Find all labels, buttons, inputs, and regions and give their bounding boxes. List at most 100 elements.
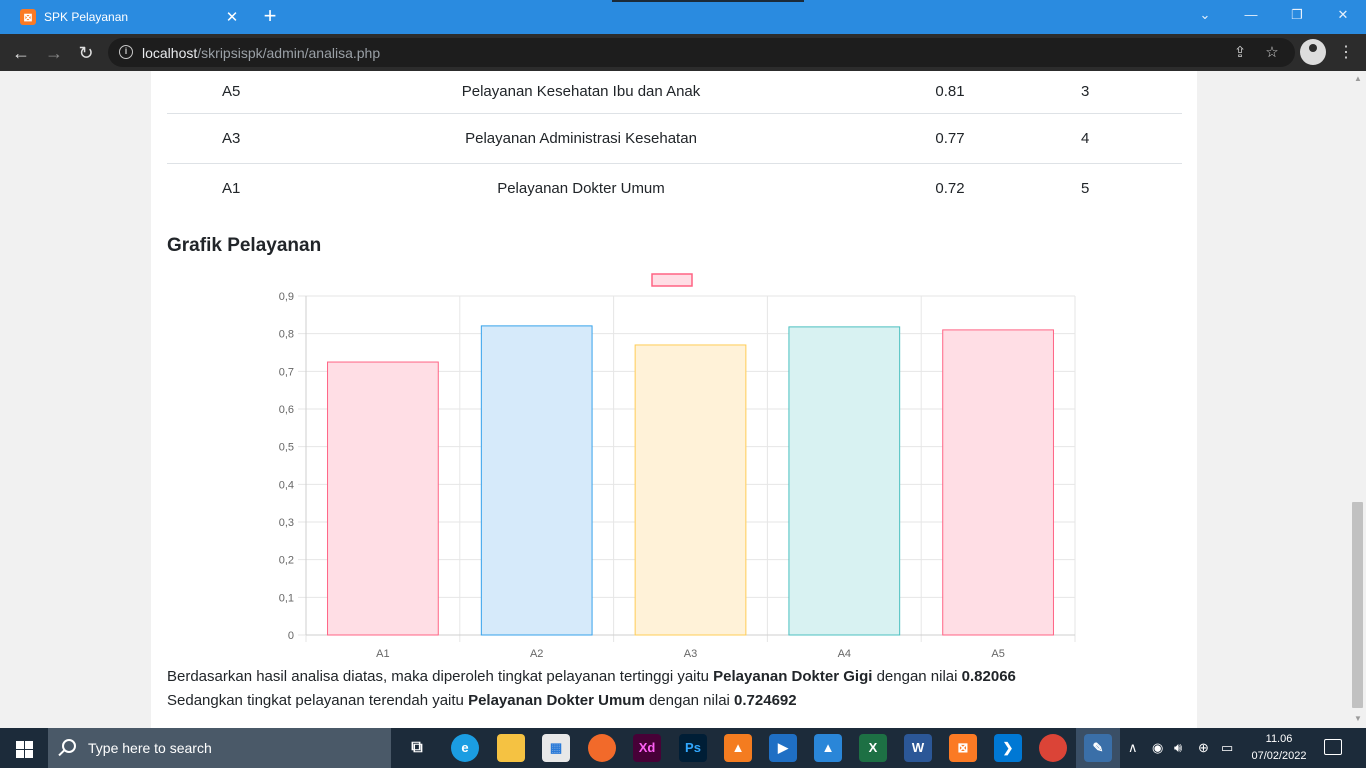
- profile-icon[interactable]: [1300, 39, 1326, 65]
- reload-icon[interactable]: ↻: [73, 40, 99, 66]
- scrollbar-thumb[interactable]: [1352, 502, 1363, 708]
- windows-logo-pane: [25, 741, 33, 749]
- y-tick-label: 0,1: [279, 592, 294, 604]
- summary-lowest: Sedangkan tingkat pelayanan terendah yai…: [167, 692, 797, 709]
- table-row: A1 Pelayanan Dokter Umum 0.72 5: [167, 163, 1182, 213]
- volume-icon[interactable]: 🔊︎: [1174, 740, 1182, 756]
- alternative-code: A5: [167, 71, 297, 114]
- tab-search-icon[interactable]: ⌄: [1182, 4, 1228, 26]
- alternative-name: Pelayanan Administrasi Kesehatan: [297, 113, 865, 164]
- xampp-taskbar-icon[interactable]: ⊠: [949, 734, 977, 762]
- photos-icon[interactable]: ▲: [814, 734, 842, 762]
- network-icon[interactable]: ⊕: [1198, 740, 1209, 756]
- site-info-icon[interactable]: i: [119, 45, 133, 59]
- x-tick-label: A2: [530, 648, 543, 660]
- tray-overflow-icon[interactable]: ∧: [1128, 740, 1138, 756]
- orange-app-icon[interactable]: ▲: [724, 734, 752, 762]
- highest-service-value: 0.82066: [961, 668, 1016, 685]
- photoshop-icon[interactable]: Ps: [679, 734, 707, 762]
- y-tick-label: 0,8: [279, 329, 294, 341]
- x-tick-label: A3: [684, 648, 697, 660]
- close-window-icon[interactable]: ✕: [1320, 4, 1366, 26]
- alternative-name: Pelayanan Dokter Umum: [497, 179, 665, 197]
- highest-service-name: Pelayanan Dokter Gigi: [713, 668, 873, 685]
- alternative-value: 0.81: [865, 71, 1035, 114]
- file-explorer-icon[interactable]: [497, 734, 525, 762]
- new-tab-button[interactable]: +: [258, 4, 282, 28]
- vscode-icon[interactable]: ❯: [994, 734, 1022, 762]
- windows-logo-pane: [16, 750, 24, 758]
- video-app-icon[interactable]: ▶: [769, 734, 797, 762]
- alternative-code: A1: [222, 179, 241, 197]
- search-placeholder: Type here to search: [88, 740, 212, 756]
- notification-icon[interactable]: [1324, 739, 1342, 755]
- word-icon[interactable]: W: [904, 734, 932, 762]
- tab-strip-indicator: [612, 0, 804, 2]
- bookmark-star-icon[interactable]: ☆: [1262, 43, 1282, 63]
- battery-icon[interactable]: ▭: [1221, 740, 1233, 756]
- taskbar-clock[interactable]: 11.06 07/02/2022: [1244, 731, 1314, 765]
- browser-tab[interactable]: ⊠ SPK Pelayanan ✕: [8, 0, 248, 34]
- bar-a3: [634, 344, 747, 636]
- chart-section-title: Grafik Pelayanan: [167, 235, 322, 256]
- y-tick-label: 0: [288, 630, 294, 642]
- excel-icon[interactable]: X: [859, 734, 887, 762]
- bar-a2: [480, 325, 593, 636]
- minimize-icon[interactable]: —: [1228, 4, 1274, 26]
- browser-tab-bar: ⊠ SPK Pelayanan ✕ + ⌄ — ❐ ✕: [0, 0, 1366, 34]
- y-tick-label: 0,5: [279, 442, 294, 454]
- windows-logo-icon: [16, 741, 24, 749]
- taskbar-search[interactable]: Type here to search: [48, 728, 391, 768]
- lowest-service-name: Pelayanan Dokter Umum: [468, 692, 645, 709]
- alternative-rank: 5: [1081, 179, 1090, 197]
- browser-toolbar: ← → ↻ i localhost/skripsispk/admin/anali…: [0, 34, 1366, 71]
- x-tick-label: A4: [838, 648, 851, 660]
- x-tick-label: A1: [376, 648, 389, 660]
- adobe-xd-icon[interactable]: Xd: [633, 734, 661, 762]
- lowest-service-value: 0.724692: [734, 692, 797, 709]
- analysis-summary: Berdasarkan hasil analisa diatas, maka d…: [167, 665, 1177, 713]
- y-tick-label: 0,7: [279, 366, 294, 378]
- more-menu-icon[interactable]: ⋮: [1336, 40, 1356, 66]
- search-icon: [62, 739, 76, 753]
- restore-icon[interactable]: ❐: [1274, 4, 1320, 26]
- start-button[interactable]: [0, 728, 48, 768]
- back-icon[interactable]: ←: [8, 40, 34, 66]
- address-bar[interactable]: i localhost/skripsispk/admin/analisa.php…: [108, 38, 1295, 67]
- x-tick-label: A5: [991, 648, 1004, 660]
- scroll-up-icon[interactable]: ▲: [1352, 73, 1364, 85]
- alternative-rank: 3: [1035, 71, 1182, 114]
- clock-time: 11.06: [1265, 733, 1293, 745]
- store-icon[interactable]: ▦: [542, 734, 570, 762]
- share-icon[interactable]: ⇪: [1230, 43, 1250, 63]
- bar-a5: [942, 329, 1054, 636]
- alternative-value: 0.77: [865, 113, 1035, 164]
- table-row: A5 Pelayanan Kesehatan Ibu dan Anak 0.81…: [167, 71, 1182, 114]
- task-view-icon[interactable]: ⧉: [403, 734, 431, 762]
- edge-icon[interactable]: e: [451, 734, 479, 762]
- close-tab-icon[interactable]: ✕: [220, 8, 244, 26]
- bar-a1: [327, 361, 439, 636]
- scroll-down-icon[interactable]: ▼: [1352, 713, 1364, 725]
- clock-date: 07/02/2022: [1251, 750, 1307, 762]
- forward-icon[interactable]: →: [41, 40, 67, 66]
- y-tick-label: 0,4: [279, 479, 294, 491]
- alternative-name: Pelayanan Kesehatan Ibu dan Anak: [297, 71, 865, 114]
- y-tick-label: 0,9: [279, 291, 294, 303]
- ranking-table: A5 Pelayanan Kesehatan Ibu dan Anak 0.81…: [167, 71, 1182, 213]
- tool-app-icon[interactable]: ✎: [1084, 734, 1112, 762]
- windows-logo-pane: [25, 750, 33, 758]
- xampp-icon: ⊠: [20, 9, 36, 25]
- y-tick-label: 0,2: [279, 555, 294, 567]
- bar-a4: [788, 326, 901, 636]
- tab-title: SPK Pelayanan: [44, 10, 129, 24]
- bar-chart: 0 0,1 0,2 0,3 0,4 0,5 0,6 0,7 0,8 0,9 A1 A2 A3 A4 A5: [279, 273, 1076, 660]
- chrome-icon[interactable]: [1039, 734, 1067, 762]
- legend-swatch: [651, 273, 693, 287]
- alternative-rank: 4: [1035, 113, 1182, 164]
- firefox-icon[interactable]: [588, 734, 616, 762]
- table-row: A3 Pelayanan Administrasi Kesehatan 0.77…: [167, 113, 1182, 164]
- tray-app-icon[interactable]: ◉: [1152, 740, 1163, 756]
- windows-taskbar: Type here to search ⧉ e ▦ Xd Ps ▲ ▶ ▲ X …: [0, 728, 1366, 768]
- y-tick-label: 0,6: [279, 404, 294, 416]
